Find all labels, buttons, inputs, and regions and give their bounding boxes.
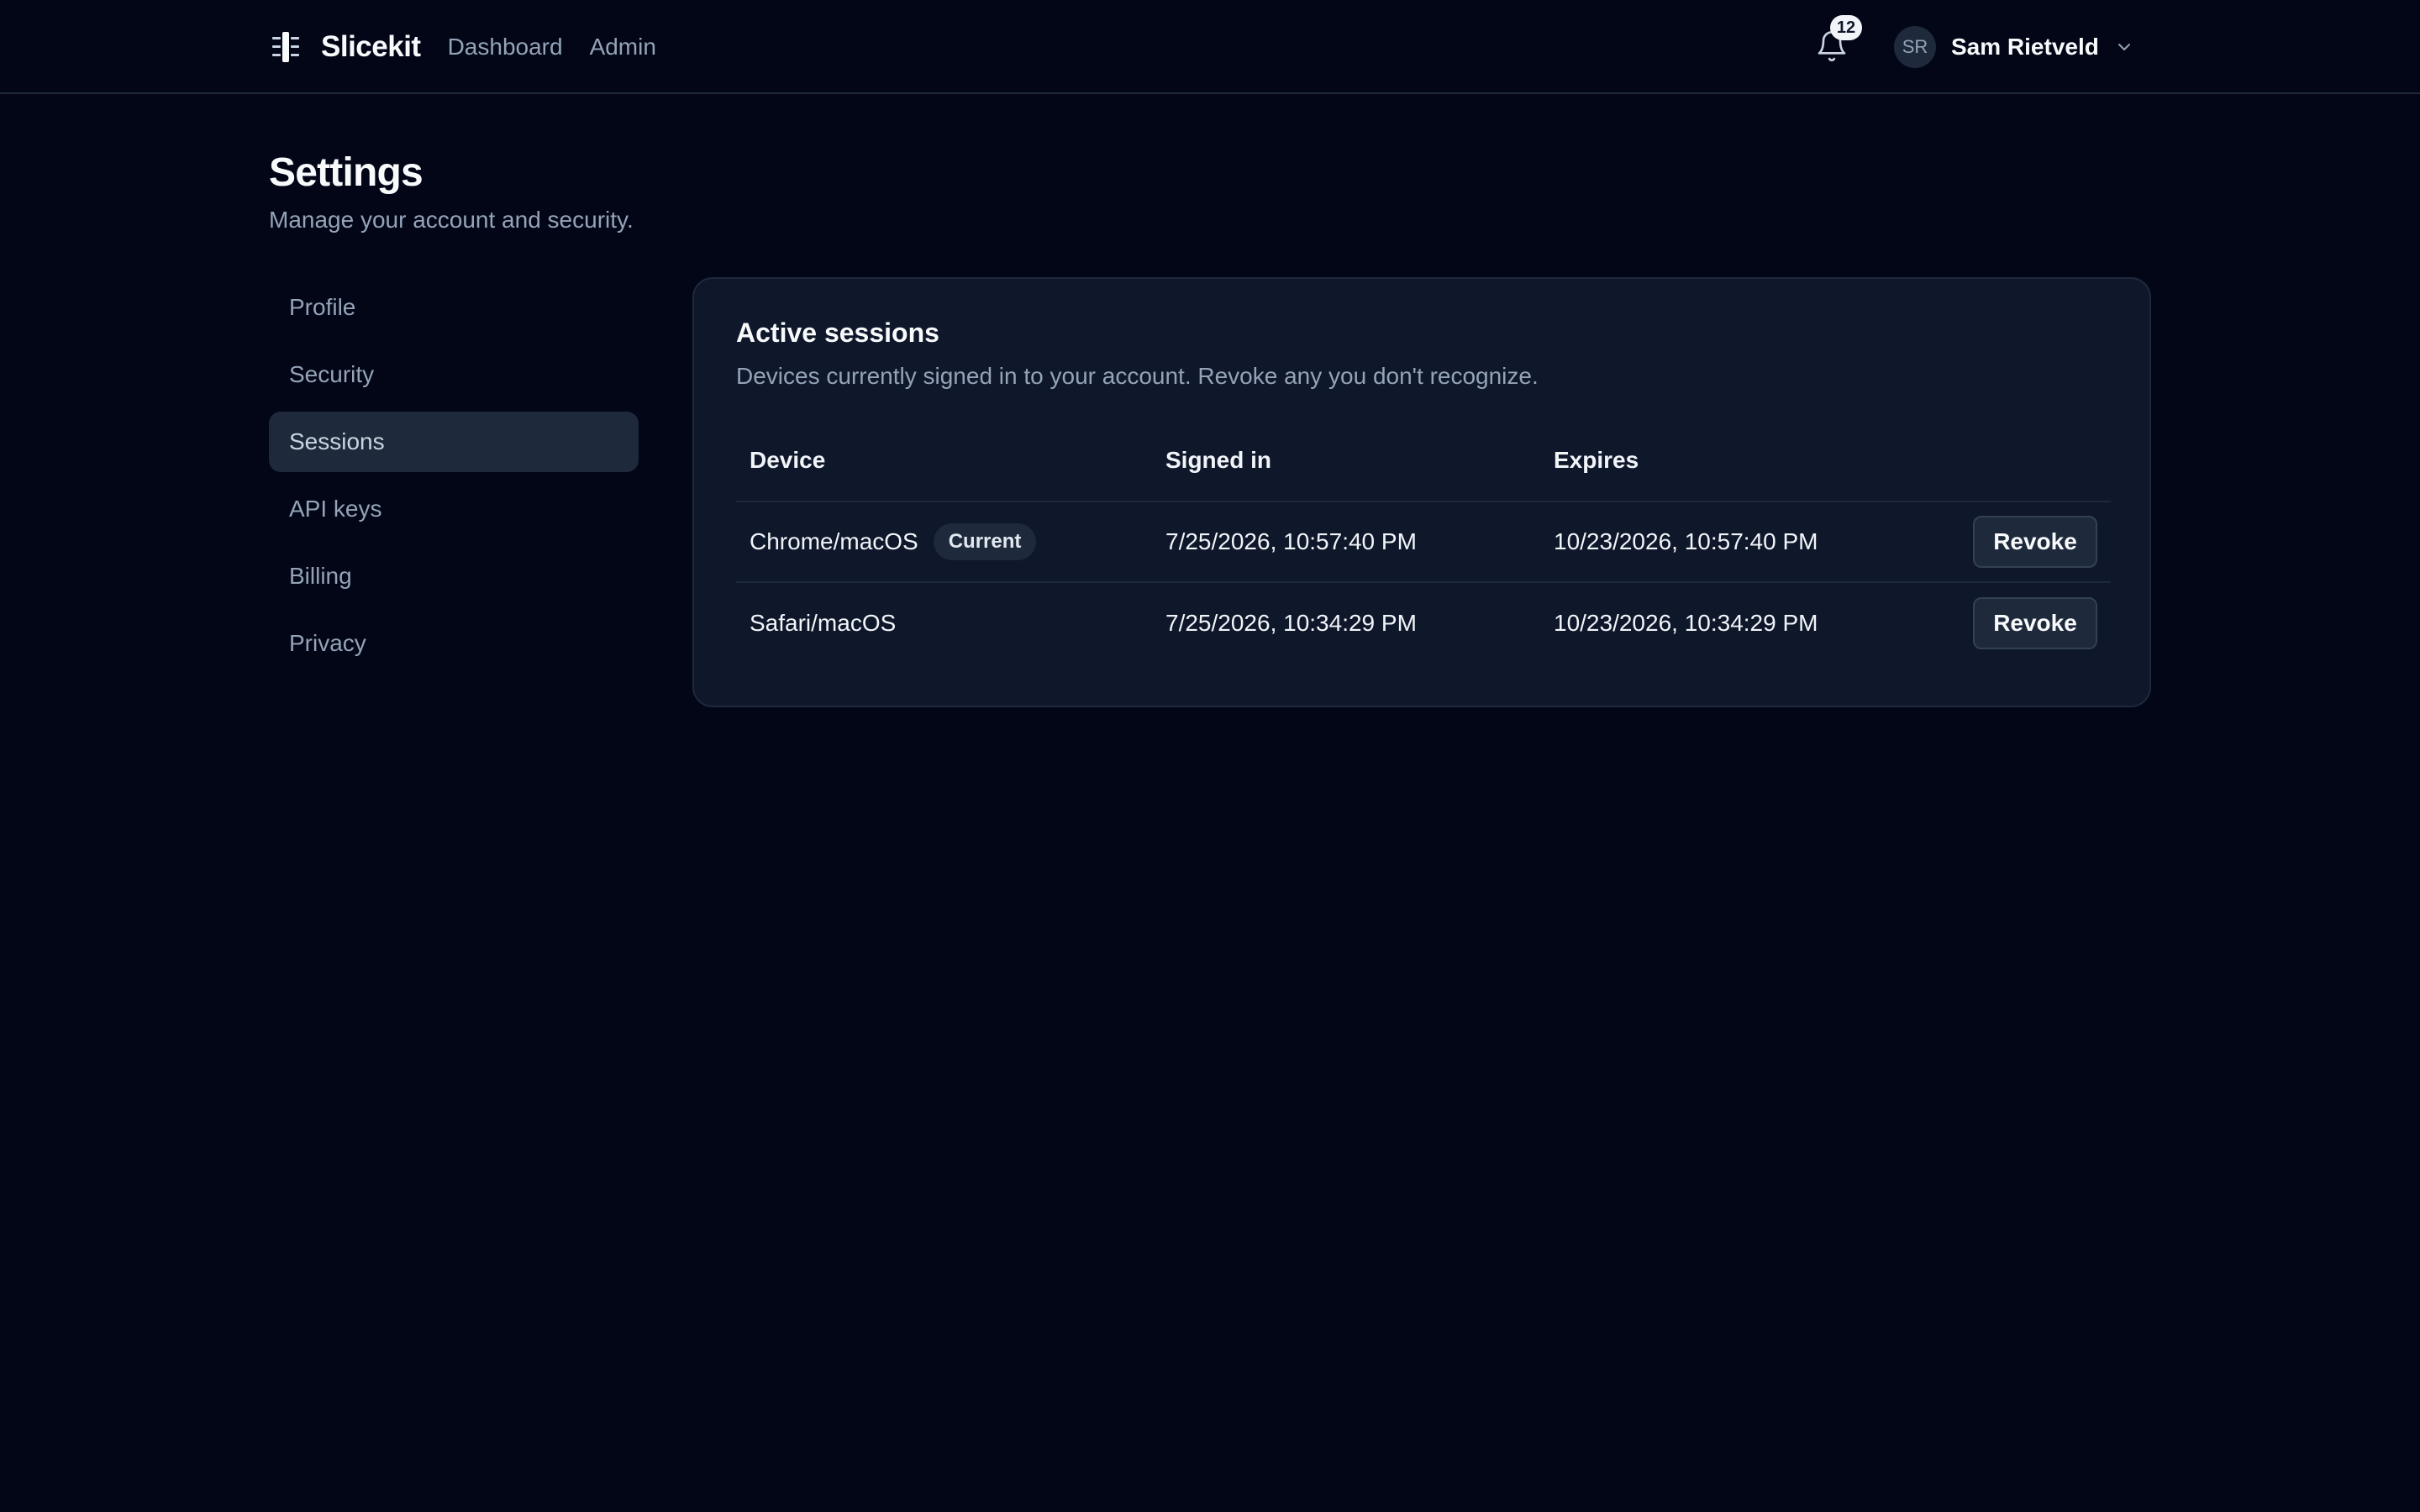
- active-sessions-card: Active sessions Devices currently signed…: [692, 277, 2151, 707]
- revoke-button[interactable]: Revoke: [1973, 597, 2097, 649]
- card-title: Active sessions: [736, 318, 939, 348]
- brand-name[interactable]: Slicekit: [321, 30, 421, 64]
- device-cell: Safari/macOS: [736, 610, 1165, 637]
- sidebar-item-security[interactable]: Security: [269, 344, 639, 405]
- avatar: SR: [1894, 26, 1936, 68]
- card-description: Devices currently signed in to your acco…: [736, 363, 1539, 389]
- signed-in-cell: 7/25/2026, 10:34:29 PM: [1165, 610, 1417, 636]
- chevron-down-icon: [2118, 44, 2130, 50]
- device-cell: Chrome/macOS Current: [736, 523, 1165, 560]
- sidebar-item-api-keys[interactable]: API keys: [269, 479, 639, 539]
- notification-count-badge: 12: [1830, 15, 1862, 40]
- revoke-button[interactable]: Revoke: [1973, 516, 2097, 568]
- slicekit-logo-icon[interactable]: [269, 30, 302, 64]
- sessions-table: Device Signed in Expires Chrome/macOS Cu…: [736, 420, 2111, 664]
- action-cell: Revoke: [1943, 516, 2111, 568]
- expires-cell: 10/23/2026, 10:34:29 PM: [1554, 610, 1818, 636]
- current-session-badge: Current: [933, 523, 1037, 560]
- user-name: Sam Rietveld: [1951, 34, 2099, 60]
- device-name: Chrome/macOS: [750, 528, 918, 554]
- page-title: Settings: [269, 150, 424, 195]
- expires-cell: 10/23/2026, 10:57:40 PM: [1554, 528, 1818, 554]
- column-header-device: Device: [750, 447, 826, 473]
- action-cell: Revoke: [1943, 597, 2111, 649]
- sidebar-item-profile[interactable]: Profile: [269, 277, 639, 338]
- table-row: Chrome/macOS Current 7/25/2026, 10:57:40…: [736, 502, 2111, 583]
- sidebar-item-billing[interactable]: Billing: [269, 546, 639, 606]
- signed-in-cell: 7/25/2026, 10:57:40 PM: [1165, 528, 1417, 554]
- sidebar-item-sessions[interactable]: Sessions: [269, 412, 639, 472]
- column-header-signed-in: Signed in: [1165, 447, 1271, 473]
- top-navigation-bar: Slicekit Dashboard Admin 12 SR Sam Rietv…: [0, 0, 2420, 94]
- brand-and-nav: Slicekit Dashboard Admin: [269, 0, 656, 94]
- nav-link-admin[interactable]: Admin: [590, 34, 656, 60]
- device-name: Safari/macOS: [750, 610, 897, 636]
- table-header-row: Device Signed in Expires: [736, 420, 2111, 502]
- column-header-expires: Expires: [1554, 447, 1639, 473]
- sidebar-item-privacy[interactable]: Privacy: [269, 613, 639, 674]
- user-menu-button[interactable]: SR Sam Rietveld: [1894, 25, 2134, 69]
- settings-sidebar: Profile Security Sessions API keys Billi…: [269, 277, 639, 680]
- notifications-button[interactable]: 12: [1815, 15, 1862, 67]
- nav-link-dashboard[interactable]: Dashboard: [448, 34, 563, 60]
- table-row: Safari/macOS 7/25/2026, 10:34:29 PM 10/2…: [736, 583, 2111, 664]
- page-subtitle: Manage your account and security.: [269, 207, 634, 233]
